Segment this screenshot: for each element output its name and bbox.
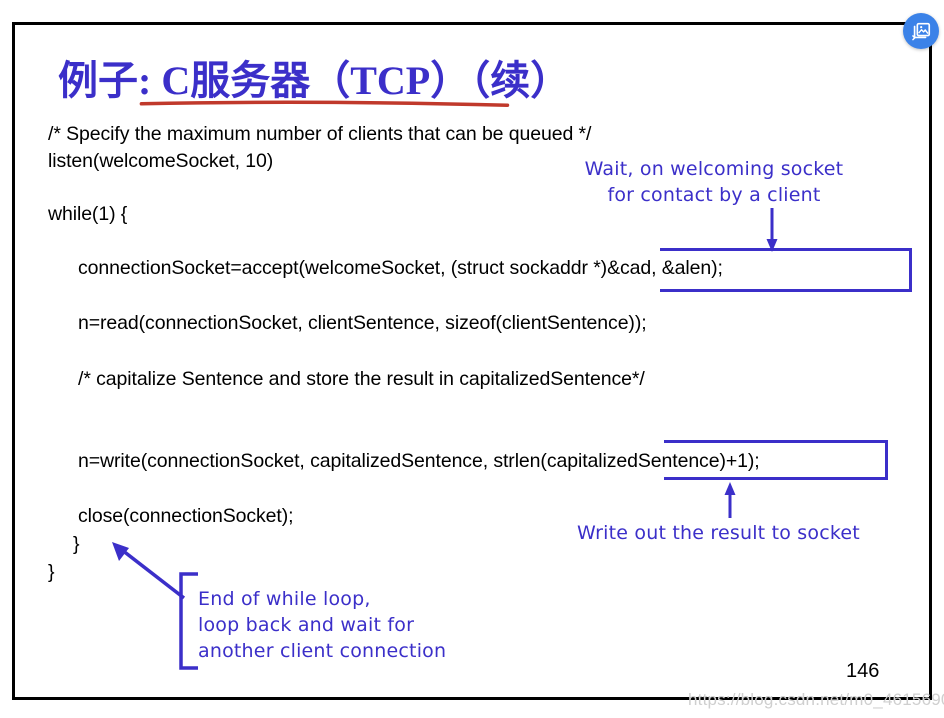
code-line-comment-capitalize: /* capitalize Sentence and store the res… — [78, 368, 645, 390]
code-line-read: n=read(connectionSocket, clientSentence,… — [78, 312, 647, 334]
page-title: 例子: C服务器（TCP）（续） — [58, 58, 571, 103]
code-line-close: close(connectionSocket); — [78, 505, 294, 527]
annotation-end-loop-line3: another client connection — [198, 640, 447, 662]
annotation-write-out: Write out the result to socket — [577, 522, 860, 544]
title-underline-decoration — [139, 100, 510, 107]
page-number: 146 — [846, 660, 880, 682]
image-stack-glyph — [912, 22, 931, 41]
annotation-wait-line2: for contact by a client — [607, 184, 821, 206]
code-line-comment-listen: /* Specify the maximum number of clients… — [48, 123, 592, 145]
annotation-wait-line1: Wait, on welcoming socket — [584, 158, 844, 180]
code-line-listen: listen(welcomeSocket, 10) — [48, 150, 274, 172]
code-line-inner-brace: } — [73, 533, 80, 555]
annotation-end-loop-line1: End of while loop, — [198, 588, 371, 610]
code-line-write: n=write(connectionSocket, capitalizedSen… — [78, 450, 760, 472]
code-line-outer-brace: } — [48, 561, 55, 583]
watermark-text: https://blog.csdn.net/m0_46156900 — [688, 690, 944, 709]
code-line-while: while(1) { — [48, 203, 128, 225]
image-stack-icon[interactable] — [903, 13, 939, 49]
annotation-end-loop-line2: loop back and wait for — [198, 614, 415, 636]
code-line-accept: connectionSocket=accept(welcomeSocket, (… — [78, 257, 723, 279]
